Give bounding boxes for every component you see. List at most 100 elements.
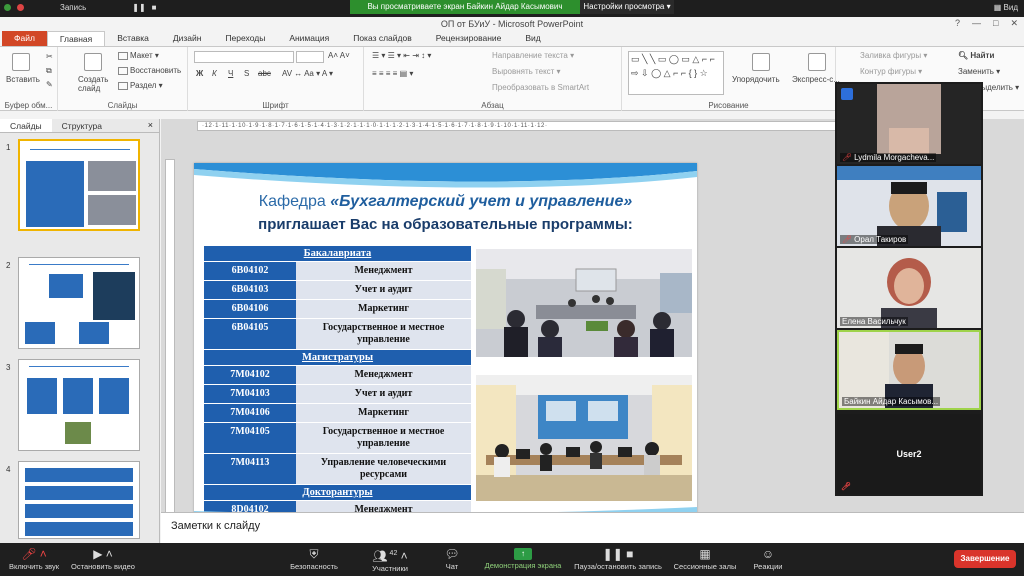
underline-button[interactable]: Ч xyxy=(228,69,233,78)
bullets-icon[interactable]: ☰ ▾ ☰ ▾ ⇤ ⇥ ↕ ▾ xyxy=(372,51,431,60)
arrange-icon[interactable] xyxy=(752,53,770,71)
replace-button[interactable]: Заменить ▾ xyxy=(958,67,1000,76)
text-direction-button[interactable]: Направление текста ▾ xyxy=(492,51,574,60)
tab-transitions[interactable]: Переходы xyxy=(213,31,277,46)
muted-mic-icon: 🎤︎ xyxy=(842,235,853,244)
unmute-button[interactable]: 🎤︎ ˄ Включить звук xyxy=(4,543,64,576)
tab-review[interactable]: Рецензирование xyxy=(424,31,514,46)
slide-thumbnail-2[interactable] xyxy=(18,257,140,349)
reset-button[interactable]: Восстановить xyxy=(118,66,181,75)
copy-icon[interactable]: ⧉ xyxy=(46,66,52,76)
current-slide[interactable]: Кафедра «Бухгалтерский учет и управление… xyxy=(194,163,697,519)
program-code: 7М04106 xyxy=(204,404,296,423)
strike-button[interactable]: abc xyxy=(258,69,271,78)
notes-pane[interactable]: Заметки к слайду xyxy=(161,512,1024,543)
program-name: Учет и аудит xyxy=(296,385,471,404)
chat-button[interactable]: 💬︎ Чат xyxy=(432,543,472,576)
close-panel-icon[interactable]: × xyxy=(148,120,153,130)
find-button[interactable]: 🔍︎ Найти xyxy=(958,51,994,60)
vertical-ruler xyxy=(165,159,175,519)
shapes-gallery[interactable]: ▭ ╲ ╲ ▭ ◯ ▭ △ ⌐ ⌐ ⇨ ⇩ ◯ △ ⌐ ⌐ { } ☆ xyxy=(628,51,724,95)
paste-button[interactable]: Вставить xyxy=(6,75,40,84)
participants-button[interactable]: 👥︎ 42 ˄ Участники xyxy=(358,543,422,576)
share-banner: Вы просматриваете экран Байкин Айдар Кас… xyxy=(350,0,580,14)
tab-file[interactable]: Файл xyxy=(2,31,47,46)
security-button[interactable]: ⛨ Безопасность xyxy=(284,543,344,576)
shield-icon: ⛨ xyxy=(309,547,319,561)
section-button[interactable]: Раздел ▾ xyxy=(118,81,163,90)
clipboard-group-label: Буфер обм... xyxy=(4,101,53,110)
help-icon[interactable]: ? xyxy=(955,18,960,29)
minimize-icon[interactable]: — xyxy=(972,18,981,29)
char-spacing-icon[interactable]: AV ↔ Aa ▾ A ▾ xyxy=(282,69,333,78)
participant-name-text: Lydmila Morgacheva... xyxy=(854,153,935,162)
align-icons[interactable]: ≡ ≡ ≡ ≡ ▤ ▾ xyxy=(372,69,413,78)
slide-thumbnail-3[interactable] xyxy=(18,359,140,451)
align-text-button[interactable]: Выровнять текст ▾ xyxy=(492,67,561,76)
classroom-photo-2 xyxy=(476,375,692,501)
replace-label: Заменить xyxy=(958,67,994,76)
font-size-input[interactable] xyxy=(296,51,324,63)
pause-record-button[interactable]: ❚❚ ■ Пауза/остановить запись xyxy=(572,543,664,576)
arrange-button[interactable]: Упорядочить xyxy=(732,75,780,84)
paste-icon[interactable] xyxy=(12,53,30,71)
tab-slides-panel[interactable]: Слайды xyxy=(0,119,52,132)
muted-mic-icon: 🎤︎ xyxy=(842,153,853,162)
breakout-rooms-label: Сессионные залы xyxy=(673,562,737,571)
quick-styles-icon[interactable] xyxy=(808,53,826,71)
tab-insert[interactable]: Вставка xyxy=(105,31,161,46)
tab-outline-panel[interactable]: Структура xyxy=(52,119,112,132)
participant-tile-2[interactable]: 🎤︎ Орал Такиров xyxy=(837,166,981,246)
window-controls: ? — □ ✕ xyxy=(955,18,1018,29)
stop-record-icon[interactable]: ■ xyxy=(152,3,157,12)
pause-record-icon[interactable]: ❚❚ xyxy=(132,3,145,12)
stop-video-button[interactable]: ▶︎ ˄ Остановить видео xyxy=(66,543,140,576)
program-code: 6В04106 xyxy=(204,300,296,319)
participants-label: Участники xyxy=(372,564,408,573)
tab-design[interactable]: Дизайн xyxy=(161,31,214,46)
reactions-button[interactable]: ☺ Реакции xyxy=(748,543,788,576)
new-slide-icon[interactable] xyxy=(84,53,102,71)
zoom-top-bar: Запись ❚❚ ■ Вы просматриваете экран Байк… xyxy=(0,0,1024,17)
shape-outline-button[interactable]: Контур фигуры ▾ xyxy=(860,67,922,76)
new-slide-button[interactable]: Создать слайд xyxy=(78,75,118,93)
italic-button[interactable]: К xyxy=(212,69,217,78)
grow-font-icon[interactable]: A˄ A˅ xyxy=(328,51,350,60)
participant-tile-user2[interactable]: User2 🎤︎ xyxy=(837,414,981,494)
quick-styles-button[interactable]: Экспресс-с... xyxy=(792,75,840,84)
participants-icon: 👥︎ 42 ˄ xyxy=(372,549,408,563)
thumb-photo xyxy=(88,161,136,191)
close-icon[interactable]: ✕ xyxy=(1010,18,1018,29)
participant-tile-4[interactable]: Байкин Айдар Касымов... xyxy=(837,330,981,410)
share-screen-button[interactable]: ↑ Демонстрация экрана xyxy=(480,543,566,576)
thumb-number: 1 xyxy=(6,143,11,152)
section-header: Бакалавриата xyxy=(204,246,471,262)
participant-tile-1[interactable]: 🎤︎ Lydmila Morgacheva... xyxy=(837,84,981,164)
breakout-rooms-button[interactable]: ▦ Сессионные залы xyxy=(670,543,740,576)
grid-icon: ▦ xyxy=(699,547,711,561)
tab-slideshow[interactable]: Показ слайдов xyxy=(341,31,424,46)
font-name-input[interactable] xyxy=(194,51,294,63)
program-row: 7М04105 Государственное и местное управле… xyxy=(204,423,471,454)
slide-thumbnail-1[interactable] xyxy=(18,139,140,231)
smartart-button[interactable]: Преобразовать в SmartArt xyxy=(492,83,589,92)
end-meeting-button[interactable]: Завершение xyxy=(954,550,1016,568)
maximize-icon[interactable]: □ xyxy=(993,18,998,29)
view-options-button[interactable]: Настройки просмотра ▾ xyxy=(580,0,674,14)
programs-table: Бакалавриата 6В04102 Менеджмент 6В04103 Учет… xyxy=(204,246,471,519)
shadow-button[interactable]: S xyxy=(244,69,249,78)
tab-animation[interactable]: Анимация xyxy=(277,31,341,46)
participant-video-2 xyxy=(837,166,981,246)
format-painter-icon[interactable]: ✎ xyxy=(46,80,53,89)
cut-icon[interactable]: ✂ xyxy=(46,52,53,61)
tab-view[interactable]: Вид xyxy=(513,31,552,46)
tab-home[interactable]: Главная xyxy=(46,31,106,46)
slide-thumbnail-4[interactable] xyxy=(18,461,140,539)
participants-gallery: 🎤︎ Lydmila Morgacheva... 🎤︎ Орал Такиров Е… xyxy=(835,82,983,496)
view-toggle[interactable]: ▦ Вид xyxy=(994,3,1018,12)
bold-button[interactable]: Ж xyxy=(196,69,203,78)
thumb-column xyxy=(63,378,93,414)
layout-button[interactable]: Макет ▾ xyxy=(118,51,159,60)
shape-fill-button[interactable]: Заливка фигуры ▾ xyxy=(860,51,927,60)
participant-tile-3[interactable]: Елена Васильчук xyxy=(837,248,981,328)
